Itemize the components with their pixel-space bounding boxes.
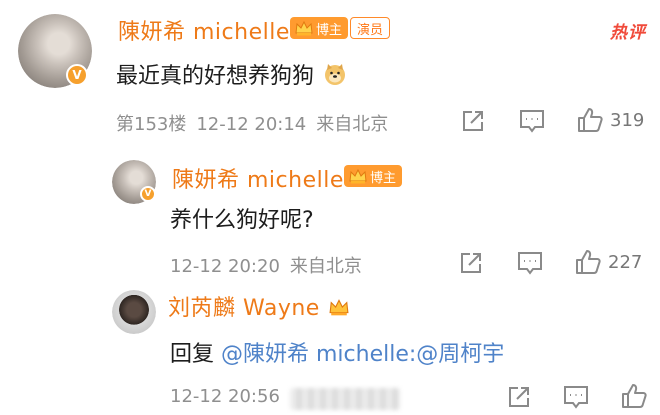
comment-text: 回复 @陳妍希 michelle:@周柯宇	[170, 336, 504, 368]
host-badge: 博主	[344, 165, 403, 187]
timestamp: 12-12 20:14	[196, 114, 307, 135]
like-count: 319	[610, 109, 645, 131]
blurred-location	[290, 388, 400, 410]
crown-icon	[329, 299, 349, 316]
thumbs-up-icon	[622, 384, 647, 408]
crown-icon	[295, 20, 313, 36]
like-button[interactable]	[620, 382, 648, 410]
comment-meta: 12-12 20:56	[170, 386, 290, 407]
comment-meta: 12-12 20:20 来自北京	[170, 252, 372, 278]
comment-icon	[518, 252, 542, 275]
comment-text: 最近真的好想养狗狗	[116, 58, 347, 90]
thumbs-up-icon	[576, 250, 601, 274]
author-name[interactable]: 陳妍希 michelle	[118, 14, 290, 46]
location: 来自北京	[289, 256, 362, 277]
mention-link[interactable]: @周柯宇	[416, 342, 504, 367]
reply-button[interactable]	[562, 384, 590, 410]
share-button[interactable]	[460, 108, 486, 134]
hot-comment-label: 热评	[610, 23, 646, 43]
like-button[interactable]: 319	[576, 106, 644, 134]
timestamp: 12-12 20:56	[170, 386, 280, 407]
reply-button[interactable]	[518, 108, 546, 134]
host-badge: 博主	[290, 17, 349, 39]
comment-meta: 第153楼 12-12 20:14 来自北京	[116, 110, 398, 136]
thumbs-up-icon	[578, 108, 603, 132]
like-count: 227	[608, 251, 643, 273]
crown-icon	[349, 168, 367, 184]
reply-prefix: 回复	[170, 342, 221, 367]
comment-text-content: 最近真的好想养狗狗	[116, 64, 315, 89]
host-badge-label: 博主	[316, 22, 343, 38]
comment-icon	[564, 386, 588, 409]
host-badge-label: 博主	[370, 170, 397, 186]
floor-number: 第153楼	[116, 114, 187, 135]
actor-badge: 演员	[350, 17, 391, 39]
comment-text: 养什么狗好呢?	[170, 208, 314, 233]
share-button[interactable]	[458, 250, 484, 276]
doge-emoji	[325, 64, 346, 85]
share-button[interactable]	[506, 384, 532, 410]
like-button[interactable]: 227	[574, 248, 642, 276]
comment-icon	[520, 110, 544, 133]
reply-button[interactable]	[516, 250, 544, 276]
verified-badge: V	[140, 186, 156, 202]
author-name-text: 刘芮麟 Wayne	[168, 296, 320, 321]
avatar-image	[112, 290, 156, 334]
location: 来自北京	[316, 114, 389, 135]
mention-link[interactable]: @陳妍希 michelle	[221, 342, 409, 367]
share-icon	[463, 111, 483, 131]
share-icon	[509, 387, 529, 407]
author-name[interactable]: 刘芮麟 Wayne	[168, 290, 351, 322]
verified-badge: V	[66, 64, 88, 86]
avatar[interactable]	[112, 290, 156, 334]
timestamp: 12-12 20:20	[170, 256, 280, 277]
share-icon	[461, 253, 481, 273]
author-name[interactable]: 陳妍希 michelle	[172, 162, 344, 194]
